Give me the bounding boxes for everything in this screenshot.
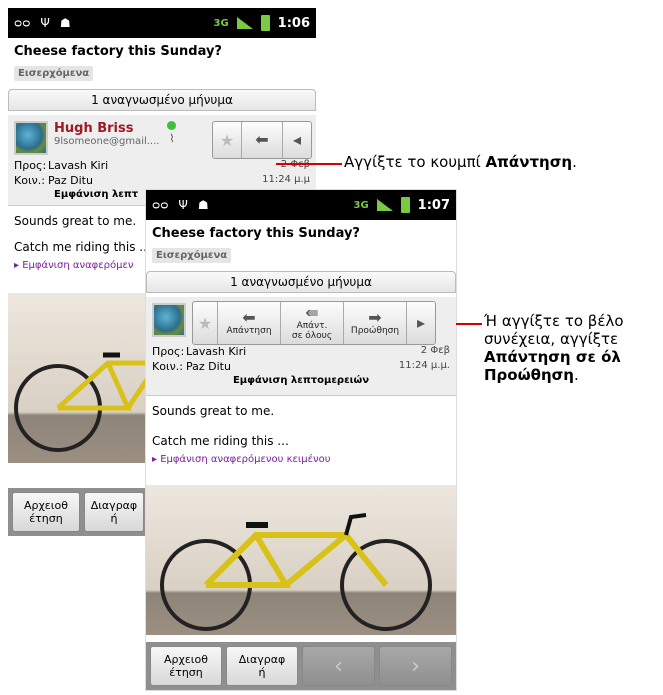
to-label: Προς: [152, 345, 185, 358]
voicemail-icon: ᴑᴑ [152, 198, 169, 212]
callout-more-line2: συνέχεια, αγγίξτε [484, 330, 619, 348]
star-button[interactable]: ★ [193, 302, 218, 344]
delete-button[interactable]: Διαγραφ ή [83, 492, 144, 532]
sender-name: Hugh Briss [54, 121, 134, 136]
usb-icon: Ψ [178, 198, 188, 212]
message-time: 11:24 μ.μ [262, 174, 310, 185]
voicemail-icon: ᴑᴑ [14, 16, 31, 30]
to-value: Lavash Kiri [48, 159, 109, 172]
signal-icon [376, 199, 393, 211]
arrow-right-icon: ▸ [416, 313, 426, 332]
message-actions: ★ ⬅ ◂ [212, 121, 312, 159]
reply-label: Απάντηση [226, 326, 272, 336]
bicycle-photo [146, 485, 456, 635]
avatar[interactable] [152, 303, 186, 337]
signal-icon [236, 17, 253, 29]
reply-button[interactable]: ⬅ Απάντηση [218, 302, 281, 344]
reply-button[interactable]: ⬅ [242, 122, 283, 158]
previous-message-button[interactable]: ‹ [302, 646, 375, 686]
message-body-2: Catch me riding this ... [152, 434, 289, 448]
callout-leader-1 [276, 163, 342, 165]
show-details-link[interactable]: Εμφάνιση λεπτομερειών [152, 375, 450, 386]
reply-all-icon: ⇚ [305, 303, 319, 322]
bicycle-image [160, 513, 432, 631]
message-body: Sounds great to me. [152, 404, 275, 418]
message-time: 11:24 μ.μ. [398, 360, 450, 371]
label-inbox[interactable]: Εισερχόμενα [14, 66, 94, 81]
callout-more-line1: Ή αγγίξτε το βέλο [484, 312, 624, 330]
reply-all-button[interactable]: ⇚ Απάντ. σε όλους [281, 302, 344, 344]
sender-email: 9lsomeone@gmail.... [54, 136, 160, 147]
next-message-button[interactable]: › [379, 646, 452, 686]
3g-icon: 3G [353, 199, 369, 211]
battery-icon [260, 15, 270, 31]
avatar[interactable] [14, 121, 48, 155]
more-actions-button[interactable]: ◂ [283, 122, 311, 158]
forward-icon: ➡ [368, 308, 382, 327]
reply-all-label: Απάντ. σε όλους [291, 321, 333, 341]
attachment-icon: ⌇ [169, 132, 175, 145]
android-debug-icon: ☗ [59, 16, 71, 30]
email-subject: Cheese factory this Sunday? [14, 44, 222, 59]
callout-reply: Αγγίξτε το κουμπί Απάντηση. [344, 153, 577, 171]
status-bar: ᴑᴑ Ψ ☗ 3G 1:07 [146, 190, 456, 220]
reply-icon: ⬅ [255, 130, 269, 149]
chevron-right-icon: › [411, 653, 420, 679]
to-value: Lavash Kiri [186, 345, 247, 358]
callout-reply-end: . [572, 153, 577, 171]
callout-more-bold2: Προώθηση [484, 366, 574, 384]
delete-button[interactable]: Διαγραφ ή [226, 646, 298, 686]
status-time: 1:06 [277, 15, 310, 31]
read-messages-bar[interactable]: 1 αναγνωσμένο μήνυμα [146, 271, 456, 293]
message-actions: ★ ⬅ Απάντηση ⇚ Απάντ. σε όλους ➡ Προώθησ… [192, 301, 436, 345]
callout-reply-bold: Απάντηση [485, 153, 573, 171]
arrow-left-icon: ◂ [292, 130, 302, 149]
forward-label: Προώθηση [350, 326, 400, 336]
to-label: Προς: [14, 159, 47, 172]
reply-icon: ⬅ [242, 308, 256, 327]
online-status-icon [167, 121, 177, 130]
read-messages-bar[interactable]: 1 αναγνωσμένο μήνυμα [8, 89, 316, 111]
star-icon: ★ [197, 313, 213, 333]
message-date: 2 Φεβ [420, 345, 450, 356]
chevron-left-icon: ‹ [334, 653, 343, 679]
message-header: ★ ⬅ Απάντηση ⇚ Απάντ. σε όλους ➡ Προώθησ… [146, 297, 456, 396]
callout-leader-2 [456, 323, 482, 325]
usb-icon: Ψ [40, 16, 50, 30]
collapse-actions-button[interactable]: ▸ [407, 302, 435, 344]
callout-more-bold1: Απάντηση σε όλ [484, 348, 621, 366]
email-subject: Cheese factory this Sunday? [152, 226, 360, 241]
email-screen-menu: ᴑᴑ Ψ ☗ 3G 1:07 Cheese factory this Sunda… [146, 190, 456, 690]
show-quoted-text-link[interactable]: ▸ Εμφάνιση αναφερόμενου κειμένου [146, 450, 456, 469]
bottom-action-bar: Αρχειοθ έτηση Διαγραφ ή ‹ › [146, 642, 456, 690]
bottom-action-bar: Αρχειοθ έτηση Διαγραφ ή [8, 488, 148, 536]
android-debug-icon: ☗ [197, 198, 209, 212]
star-button[interactable]: ★ [213, 122, 242, 158]
status-bar: ᴑᴑ Ψ ☗ 3G 1:06 [8, 8, 316, 38]
callout-reply-text: Αγγίξτε το κουμπί [344, 153, 486, 171]
archive-button[interactable]: Αρχειοθ έτηση [12, 492, 80, 532]
cc-label: Κοιν.: [14, 174, 46, 187]
3g-icon: 3G [213, 17, 229, 29]
callout-more-end: . [573, 366, 579, 384]
label-inbox[interactable]: Εισερχόμενα [152, 248, 232, 263]
cc-value: Paz Ditu [48, 174, 93, 187]
battery-icon [400, 197, 410, 213]
forward-button[interactable]: ➡ Προώθηση [344, 302, 407, 344]
archive-button[interactable]: Αρχειοθ έτηση [150, 646, 222, 686]
cc-label: Κοιν.: [152, 360, 184, 373]
callout-more: Ή αγγίξτε το βέλο συνέχεια, αγγίξτε Απάν… [484, 312, 624, 384]
status-time: 1:07 [417, 197, 450, 213]
message-date: 2 Φεβ [281, 159, 310, 172]
cc-value: Paz Ditu [186, 360, 231, 373]
star-icon: ★ [219, 130, 235, 150]
